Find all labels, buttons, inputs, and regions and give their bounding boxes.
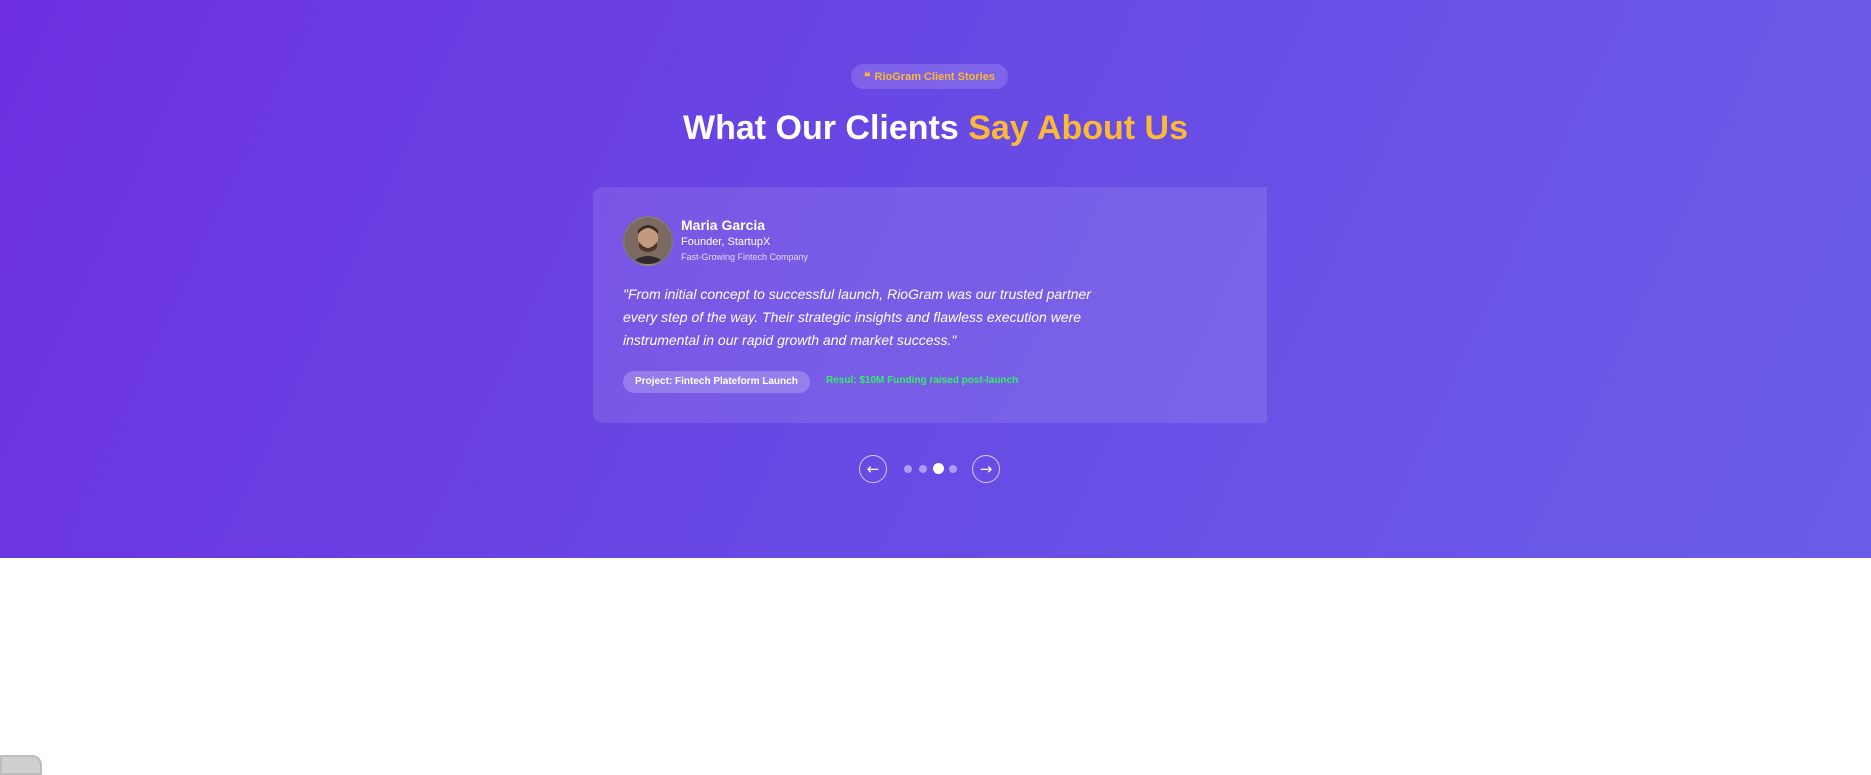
carousel-dot-4[interactable] xyxy=(949,465,957,473)
carousel-dot-1[interactable] xyxy=(904,465,912,473)
client-company: Fast-Growing Fintech Company xyxy=(681,252,809,262)
arrow-left-icon: ← xyxy=(866,460,880,478)
prev-button[interactable]: ← xyxy=(859,455,887,483)
arrow-right-icon: → xyxy=(979,460,993,478)
avatar xyxy=(623,216,673,266)
carousel-dot-3-active[interactable] xyxy=(933,463,944,474)
section-badge: ❝ RioGram Client Stories xyxy=(851,64,1008,89)
testimonial-quote: "From initial concept to successful laun… xyxy=(623,286,1091,348)
corner-widget[interactable] xyxy=(0,755,42,775)
avatar-portrait xyxy=(625,218,671,264)
next-button[interactable]: → xyxy=(972,455,1000,483)
client-role: Founder, StartupX xyxy=(681,236,771,248)
testimonial-card: Maria Garcia Founder, StartupX Fast-Grow… xyxy=(593,187,1267,423)
testimonials-section: ❝ RioGram Client Stories What Our Client… xyxy=(0,0,1871,558)
project-tag: Project: Fintech Plateform Launch xyxy=(623,371,810,393)
badge-label: RioGram Client Stories xyxy=(874,70,995,83)
heading-accent: Say About Us xyxy=(968,109,1188,147)
quote-icon: ❝ xyxy=(864,69,871,84)
section-heading: What Our Clients Say About Us xyxy=(0,106,1871,150)
carousel-dot-2[interactable] xyxy=(919,465,927,473)
client-name: Maria Garcia xyxy=(681,217,766,233)
heading-main: What Our Clients xyxy=(682,109,969,147)
result-text: Resul: $10M Funding raised post-launch xyxy=(826,375,1019,386)
